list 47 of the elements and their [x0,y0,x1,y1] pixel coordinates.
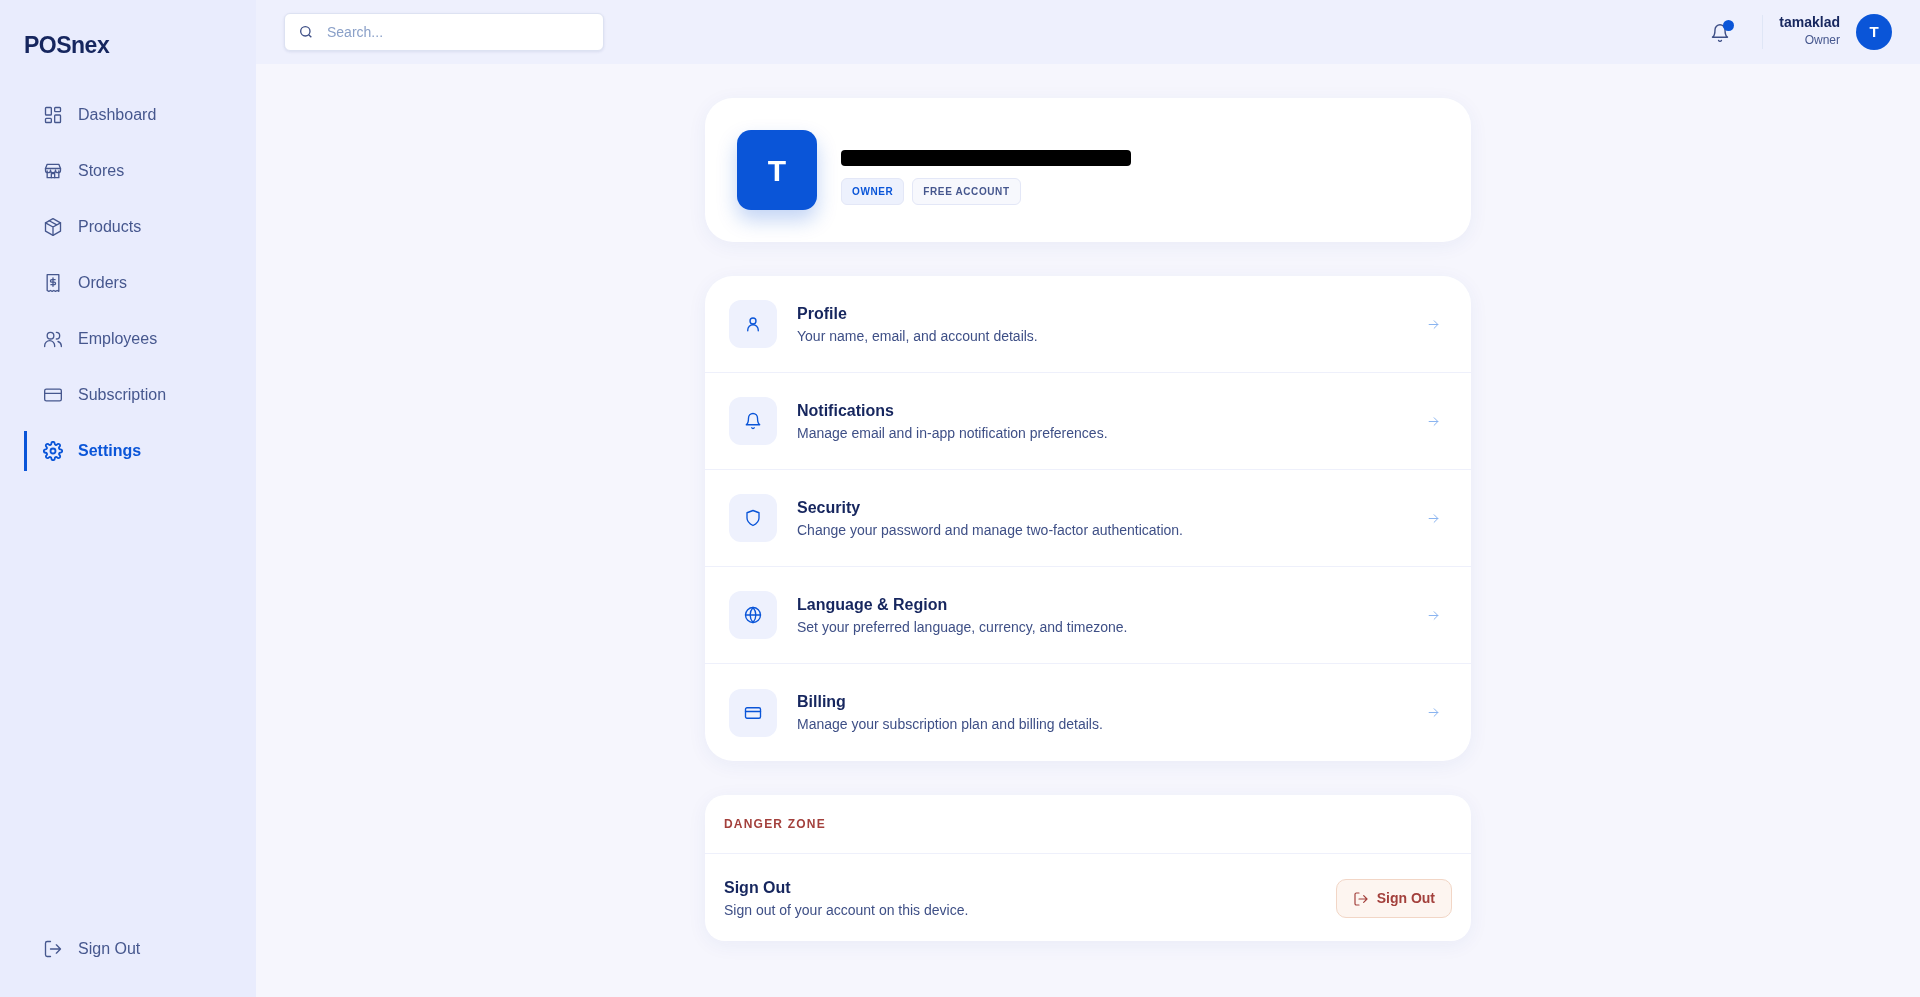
setting-description: Sign out of your account on this device. [724,901,969,920]
box-icon [43,216,63,237]
user-name: tamaklad [1779,15,1840,31]
settings-row[interactable]: Security Change your password and manage two-factor authentication. [705,470,1471,567]
section-heading: DANGER ZONE [705,795,1471,854]
shield-icon [744,509,762,527]
settings-row[interactable]: Notifications Manage email and in-app notification preferences. [705,373,1471,470]
setting-description: Change your password and manage two-factor authentication. [797,520,1184,540]
globe-icon [744,606,762,624]
grid-icon [43,104,63,125]
setting-title: Notifications [797,400,895,421]
setting-description: Your name, email, and account details. [797,326,1039,346]
role-tag: OWNER [841,178,905,205]
settings-icon [43,440,63,461]
setting-title: Security [797,497,862,518]
settings-row[interactable]: Billing Manage your subscription plan and billing details. [705,664,1471,761]
sidebar-item[interactable]: Orders [24,262,232,303]
user-avatar[interactable]: T [1856,14,1892,50]
setting-description: Set your preferred language, currency, and timezone. [797,617,1129,637]
setting-title: Sign Out [724,878,792,898]
bell-icon [744,412,762,430]
role-tag: FREE ACCOUNT [912,178,1021,205]
setting-title: Profile [797,303,848,324]
arrow-right-icon [1426,705,1441,720]
sidebar-item[interactable]: Products [24,206,232,247]
sign-out-button[interactable]: Sign Out [1335,879,1452,918]
search-field[interactable]: Search... [284,13,604,51]
sign-out-link[interactable]: Sign Out [24,929,232,969]
sidebar-item[interactable]: Stores [24,150,232,191]
sidebar-item[interactable]: Subscription [24,374,232,415]
setting-title: Language & Region [797,594,949,615]
sidebar-item[interactable]: Dashboard [24,94,232,135]
app-logo: POSnex [24,31,111,60]
setting-description: Manage your subscription plan and billing details. [797,715,1104,734]
setting-description: Manage email and in-app notification preferences. [797,423,1109,443]
logout-icon [43,939,63,959]
account-avatar: T [737,130,817,210]
user-role: Owner [1803,31,1840,49]
notification-button[interactable] [1710,20,1731,44]
logout-icon [1352,890,1369,907]
settings-row[interactable]: Profile Your name, email, and account details. [705,276,1471,373]
user-icon [744,315,762,333]
sidebar-item[interactable]: Employees [24,318,232,359]
setting-title: Billing [797,692,847,712]
sidebar-item[interactable]: Settings [24,430,232,471]
bell-icon [1710,22,1731,43]
settings-row[interactable]: Language & Region Set your preferred language, currency, and timezone. [705,567,1471,664]
